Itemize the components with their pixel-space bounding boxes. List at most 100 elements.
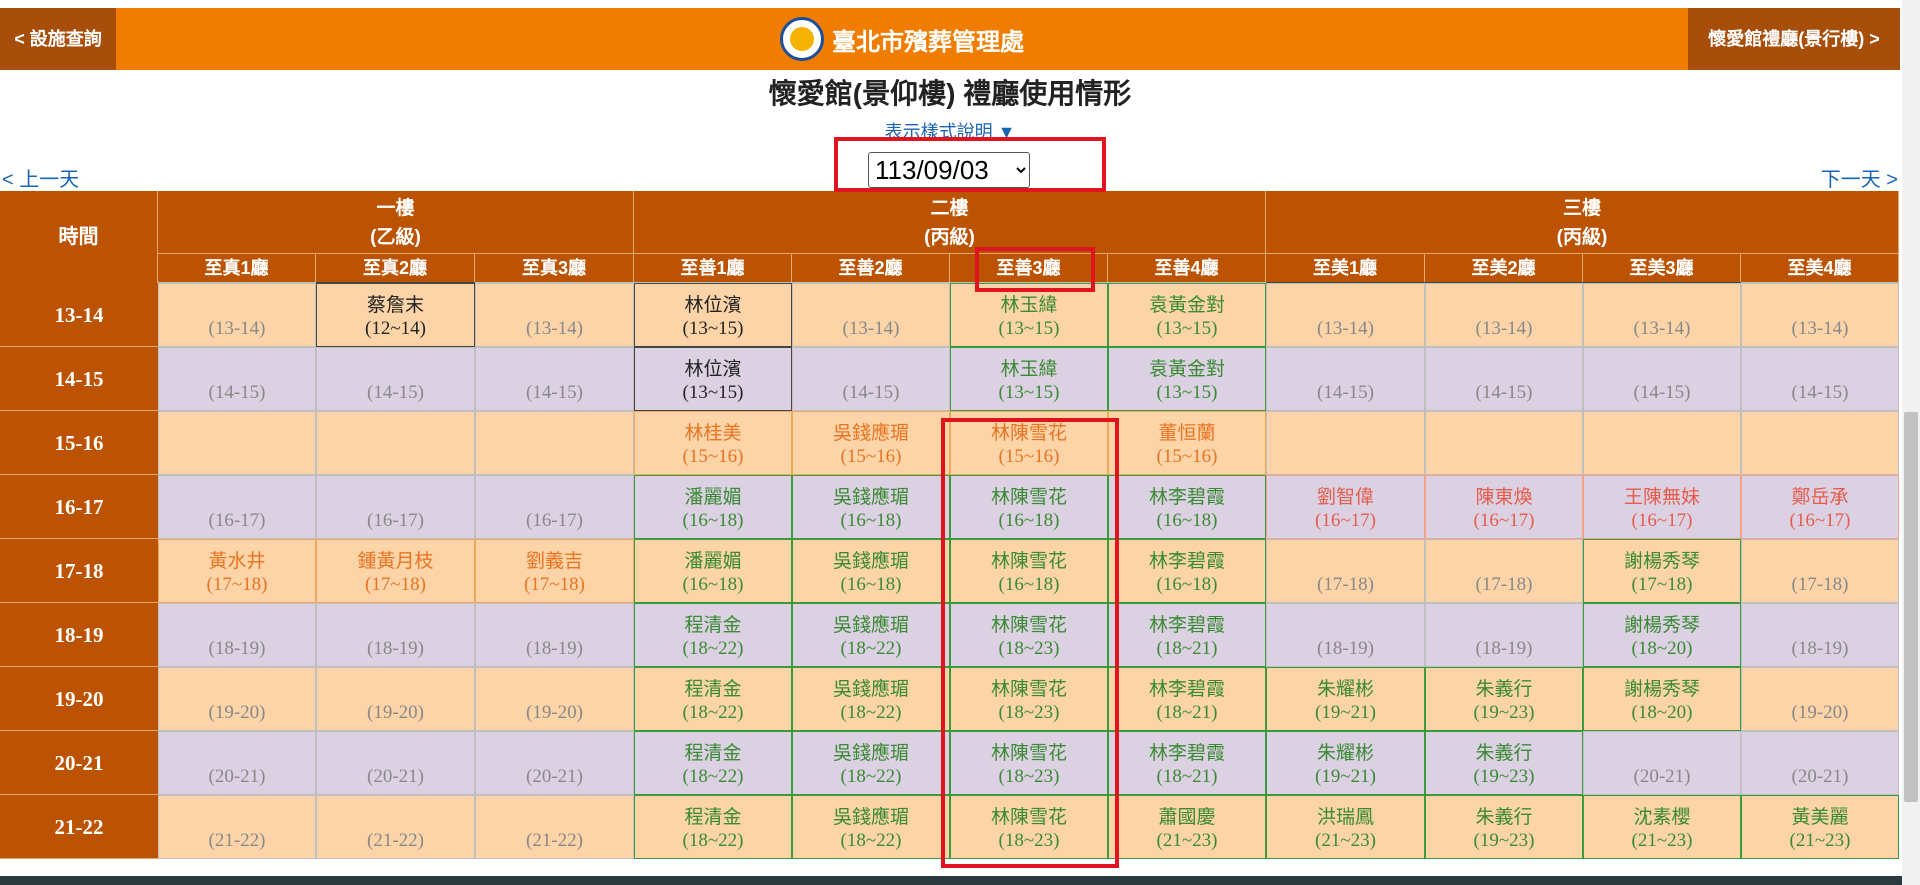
schedule-cell[interactable]: (14-15) <box>475 347 634 411</box>
hall-header[interactable]: 至真3廳 <box>475 253 634 282</box>
schedule-cell[interactable]: 林李碧霞 (16~18) <box>1108 539 1266 603</box>
schedule-cell[interactable]: 林桂美 (15~16) <box>634 411 792 475</box>
schedule-cell[interactable]: 董恒蘭 (15~16) <box>1108 411 1266 475</box>
schedule-cell[interactable]: (17-18) <box>1425 539 1583 603</box>
schedule-cell[interactable]: 劉義吉 (17~18) <box>475 539 634 603</box>
schedule-cell[interactable]: (16-17) <box>316 475 475 539</box>
schedule-cell[interactable]: (14-15) <box>1583 347 1741 411</box>
schedule-cell[interactable]: 蕭國慶 (21~23) <box>1108 795 1266 859</box>
back-facility-search-button[interactable]: < 設施查詢 <box>0 8 116 70</box>
schedule-cell[interactable]: (19-20) <box>475 667 634 731</box>
schedule-cell[interactable]: 鄭岳承 (16~17) <box>1741 475 1899 539</box>
schedule-cell[interactable]: 吳錢應瑂 (18~22) <box>792 603 950 667</box>
schedule-cell[interactable] <box>475 411 634 475</box>
schedule-cell[interactable]: (13-14) <box>475 283 634 347</box>
schedule-cell[interactable]: 林李碧霞 (18~21) <box>1108 731 1266 795</box>
schedule-cell[interactable]: 陳東煥 (16~17) <box>1425 475 1583 539</box>
schedule-cell[interactable]: 沈素櫻 (21~23) <box>1583 795 1741 859</box>
schedule-cell[interactable]: (21-22) <box>475 795 634 859</box>
schedule-cell[interactable]: 袁黃金對 (13~15) <box>1108 347 1266 411</box>
schedule-cell[interactable]: (14-15) <box>158 347 316 411</box>
hall-header[interactable]: 至善1廳 <box>634 253 792 282</box>
schedule-cell[interactable]: (14-15) <box>1741 347 1899 411</box>
schedule-cell[interactable]: 程清金 (18~22) <box>634 603 792 667</box>
schedule-cell[interactable]: 袁黃金對 (13~15) <box>1108 283 1266 347</box>
schedule-cell[interactable]: 吳錢應瑂 (15~16) <box>792 411 950 475</box>
schedule-cell[interactable]: (18-19) <box>158 603 316 667</box>
schedule-cell[interactable]: (13-14) <box>1425 283 1583 347</box>
schedule-cell[interactable]: (13-14) <box>158 283 316 347</box>
schedule-cell[interactable] <box>316 411 475 475</box>
schedule-cell[interactable]: 潘麗媚 (16~18) <box>634 475 792 539</box>
schedule-cell[interactable]: 洪瑞鳳 (21~23) <box>1266 795 1425 859</box>
schedule-cell[interactable]: (18-19) <box>316 603 475 667</box>
schedule-cell[interactable] <box>1425 411 1583 475</box>
schedule-cell[interactable]: (14-15) <box>792 347 950 411</box>
hall-header[interactable]: 至善2廳 <box>792 253 950 282</box>
schedule-cell[interactable]: (19-20) <box>316 667 475 731</box>
schedule-cell[interactable] <box>1266 411 1425 475</box>
schedule-cell[interactable]: 林位濱 (13~15) <box>634 283 792 347</box>
schedule-cell[interactable]: (13-14) <box>1741 283 1899 347</box>
schedule-cell[interactable]: 朱義行 (19~23) <box>1425 731 1583 795</box>
schedule-cell[interactable]: 鍾黃月枝 (17~18) <box>316 539 475 603</box>
schedule-cell[interactable]: (17-18) <box>1741 539 1899 603</box>
schedule-cell[interactable]: (17-18) <box>1266 539 1425 603</box>
hall-header[interactable]: 至美4廳 <box>1741 253 1899 282</box>
schedule-cell[interactable]: 潘麗媚 (16~18) <box>634 539 792 603</box>
schedule-cell[interactable]: 黃水井 (17~18) <box>158 539 316 603</box>
schedule-cell[interactable]: (20-21) <box>475 731 634 795</box>
schedule-cell[interactable]: (20-21) <box>1583 731 1741 795</box>
schedule-cell[interactable]: (14-15) <box>316 347 475 411</box>
schedule-cell[interactable]: 林玉緯 (13~15) <box>950 283 1108 347</box>
scrollbar-thumb[interactable] <box>1904 412 1918 802</box>
hall-header[interactable]: 至真1廳 <box>158 253 316 282</box>
schedule-cell[interactable]: (21-22) <box>158 795 316 859</box>
next-day-link[interactable]: 下一天 > <box>1821 163 1898 192</box>
schedule-cell[interactable]: 謝楊秀琴 (17~18) <box>1583 539 1741 603</box>
schedule-cell[interactable]: (19-20) <box>158 667 316 731</box>
schedule-cell[interactable]: 程清金 (18~22) <box>634 731 792 795</box>
schedule-cell[interactable]: 謝楊秀琴 (18~20) <box>1583 667 1741 731</box>
hall-header[interactable]: 至美3廳 <box>1583 253 1741 282</box>
schedule-cell[interactable]: (14-15) <box>1266 347 1425 411</box>
schedule-cell[interactable]: (16-17) <box>158 475 316 539</box>
schedule-cell[interactable]: 朱耀彬 (19~21) <box>1266 731 1425 795</box>
schedule-cell[interactable]: (18-19) <box>1425 603 1583 667</box>
schedule-cell[interactable]: 吳錢應瑂 (18~22) <box>792 795 950 859</box>
schedule-cell[interactable]: (19-20) <box>1741 667 1899 731</box>
schedule-cell[interactable]: (16-17) <box>475 475 634 539</box>
schedule-cell[interactable]: 朱耀彬 (19~21) <box>1266 667 1425 731</box>
schedule-cell[interactable]: 吳錢應瑂 (16~18) <box>792 475 950 539</box>
schedule-cell[interactable]: 林李碧霞 (18~21) <box>1108 603 1266 667</box>
schedule-cell[interactable]: 王陳無妹 (16~17) <box>1583 475 1741 539</box>
schedule-cell[interactable] <box>158 411 316 475</box>
schedule-cell[interactable]: 黃美麗 (21~23) <box>1741 795 1899 859</box>
next-venue-button[interactable]: 懷愛館禮廳(景行樓) > <box>1688 8 1900 70</box>
schedule-cell[interactable]: 朱義行 (19~23) <box>1425 795 1583 859</box>
schedule-cell[interactable] <box>1583 411 1741 475</box>
schedule-cell[interactable]: (13-14) <box>1266 283 1425 347</box>
schedule-cell[interactable]: (18-19) <box>475 603 634 667</box>
schedule-cell[interactable]: 吳錢應瑂 (18~22) <box>792 731 950 795</box>
schedule-cell[interactable]: 程清金 (18~22) <box>634 667 792 731</box>
hall-header[interactable]: 至美2廳 <box>1425 253 1583 282</box>
schedule-cell[interactable]: (20-21) <box>1741 731 1899 795</box>
schedule-cell[interactable]: 朱義行 (19~23) <box>1425 667 1583 731</box>
prev-day-link[interactable]: < 上一天 <box>2 163 79 192</box>
schedule-cell[interactable]: 謝楊秀琴 (18~20) <box>1583 603 1741 667</box>
schedule-cell[interactable]: (13-14) <box>792 283 950 347</box>
hall-header[interactable]: 至美1廳 <box>1266 253 1425 282</box>
schedule-cell[interactable]: 林李碧霞 (16~18) <box>1108 475 1266 539</box>
schedule-cell[interactable]: (18-19) <box>1266 603 1425 667</box>
schedule-cell[interactable]: (21-22) <box>316 795 475 859</box>
schedule-cell[interactable]: 蔡詹末 (12~14) <box>316 283 475 347</box>
schedule-cell[interactable]: 林李碧霞 (18~21) <box>1108 667 1266 731</box>
schedule-cell[interactable]: 林位濱 (13~15) <box>634 347 792 411</box>
schedule-cell[interactable]: 劉智偉 (16~17) <box>1266 475 1425 539</box>
hall-header[interactable]: 至真2廳 <box>316 253 475 282</box>
schedule-cell[interactable] <box>1741 411 1899 475</box>
schedule-cell[interactable]: (13-14) <box>1583 283 1741 347</box>
schedule-cell[interactable]: (18-19) <box>1741 603 1899 667</box>
schedule-cell[interactable]: 吳錢應瑂 (18~22) <box>792 667 950 731</box>
